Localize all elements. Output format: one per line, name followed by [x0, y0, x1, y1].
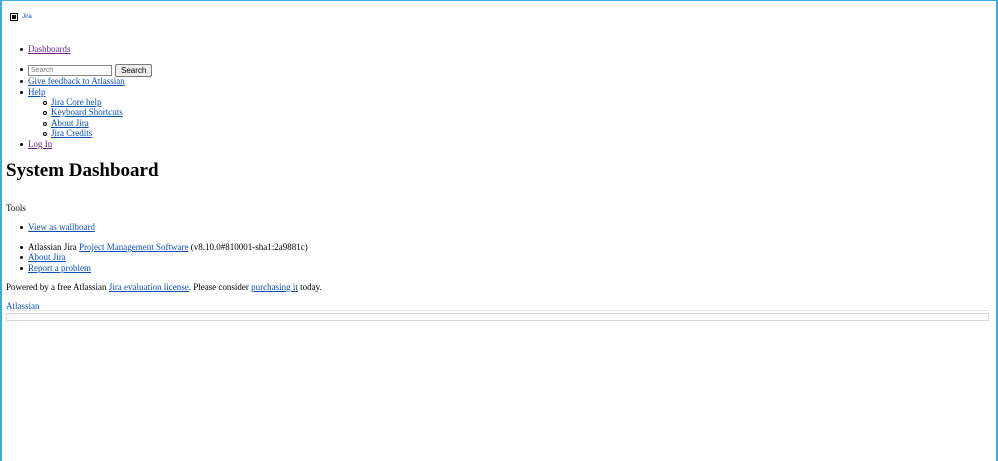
project-management-software-link[interactable]: Project Management Software — [79, 242, 188, 252]
keyboard-shortcuts-link[interactable]: Keyboard Shortcuts — [51, 107, 123, 117]
jira-logo-icon — [10, 13, 18, 21]
version-prefix: Atlassian Jira — [28, 242, 77, 252]
jira-credits-link[interactable]: Jira Credits — [51, 128, 92, 138]
help-item-credits: Jira Credits — [42, 128, 92, 138]
search-input[interactable] — [28, 65, 112, 76]
evaluation-license-link[interactable]: Jira evaluation license — [109, 282, 189, 292]
log-in-link[interactable]: Log In — [28, 139, 52, 149]
nav-item-feedback: Give feedback to Atlassian — [20, 76, 125, 86]
window-frame-top — [0, 0, 998, 1]
nav-item-help: Help — [20, 87, 46, 97]
about-jira-link[interactable]: About Jira — [28, 252, 66, 262]
nav-item-login: Log In — [19, 139, 52, 149]
jira-logo-link[interactable]: Jira — [10, 13, 32, 21]
tools-item-wallboard: View as wallboard — [20, 222, 95, 232]
jira-logo-label: Jira — [22, 14, 32, 20]
footer-item-about: About Jira — [20, 252, 66, 262]
footer-item-version: Atlassian Jira Project Management Softwa… — [20, 242, 308, 252]
about-jira-help-link[interactable]: About Jira — [51, 118, 89, 128]
help-item-about: About Jira — [43, 118, 89, 128]
footer-divider — [6, 310, 989, 311]
help-item-core: Jira Core help — [42, 97, 101, 107]
footer-bar — [6, 313, 989, 321]
feedback-link[interactable]: Give feedback to Atlassian — [28, 76, 125, 86]
jira-core-help-link[interactable]: Jira Core help — [51, 97, 101, 107]
purchasing-link[interactable]: purchasing it — [251, 282, 298, 292]
powered-middle: . Please consider — [188, 282, 249, 292]
nav-item-dashboards: Dashboards — [20, 44, 71, 54]
dashboards-link[interactable]: Dashboards — [28, 44, 71, 54]
powered-by-text: Powered by a free Atlassian Jira evaluat… — [6, 282, 322, 292]
powered-suffix: today. — [300, 282, 322, 292]
tools-label: Tools — [6, 203, 26, 213]
help-link[interactable]: Help — [28, 87, 46, 97]
window-frame-left — [0, 0, 2, 461]
version-text: (v8.10.0#810001-sha1:2a9881c) — [190, 242, 308, 252]
help-item-shortcuts: Keyboard Shortcuts — [43, 107, 123, 117]
powered-prefix: Powered by a free Atlassian — [6, 282, 107, 292]
page-title: System Dashboard — [6, 160, 159, 181]
report-problem-link[interactable]: Report a problem — [28, 263, 91, 273]
footer-item-report: Report a problem — [20, 263, 91, 273]
view-as-wallboard-link[interactable]: View as wallboard — [28, 222, 95, 232]
